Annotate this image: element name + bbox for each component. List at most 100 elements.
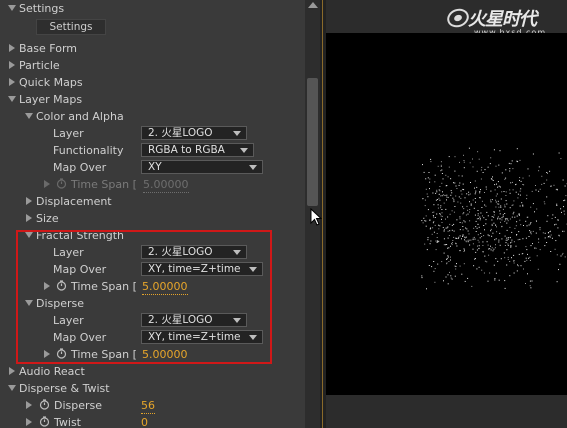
expand-triangle-icon[interactable] — [25, 232, 33, 238]
collapse-triangle-icon[interactable] — [26, 401, 32, 409]
param-label: Layer — [53, 314, 84, 327]
group-layer-maps[interactable]: Layer Maps — [0, 91, 305, 108]
time-span-value[interactable]: 5.00000 — [142, 279, 188, 295]
map-over-dropdown[interactable]: XY, time=Z+time — [141, 262, 263, 276]
expand-triangle-icon[interactable] — [25, 113, 33, 119]
param-layer: Layer 2. 火星LOGO — [0, 312, 305, 329]
collapse-triangle-icon[interactable] — [44, 180, 50, 188]
expand-triangle-icon[interactable] — [8, 385, 16, 391]
subgroup-label: Disperse — [36, 297, 85, 310]
group-particle[interactable]: Particle — [0, 57, 305, 74]
group-label: Quick Maps — [19, 76, 83, 89]
param-time-span: Time Span [ 5.00000 — [0, 346, 305, 363]
subgroup-label: Color and Alpha — [36, 110, 124, 123]
group-label: Particle — [19, 59, 60, 72]
composition-canvas[interactable] — [326, 33, 567, 395]
dropdown-value: 2. 火星LOGO — [148, 127, 213, 139]
map-over-dropdown[interactable]: XY — [141, 160, 263, 174]
subgroup-color-alpha[interactable]: Color and Alpha — [0, 108, 305, 125]
chevron-down-icon — [233, 131, 241, 136]
composition-viewer: 火星时代 www.hxsd.com — [326, 0, 567, 428]
expand-triangle-icon[interactable] — [8, 96, 16, 102]
scroll-up-icon[interactable] — [308, 2, 318, 8]
settings-header[interactable]: Settings — [0, 0, 305, 17]
dropdown-value: 2. 火星LOGO — [148, 246, 213, 258]
subgroup-label: Displacement — [36, 195, 112, 208]
chevron-down-icon — [233, 250, 241, 255]
collapse-triangle-icon[interactable] — [44, 350, 50, 358]
param-disperse: Disperse 56 — [0, 397, 305, 414]
group-quick-maps[interactable]: Quick Maps — [0, 74, 305, 91]
collapse-triangle-icon[interactable] — [9, 44, 15, 52]
dropdown-value: RGBA to RGBA — [148, 144, 225, 156]
stopwatch-icon[interactable] — [56, 280, 67, 291]
group-label: Base Form — [19, 42, 77, 55]
dropdown-value: XY, time=Z+time — [148, 263, 241, 275]
group-label: Layer Maps — [19, 93, 83, 106]
stopwatch-icon[interactable] — [56, 178, 67, 189]
param-label: Twist — [54, 416, 81, 428]
stopwatch-icon[interactable] — [56, 348, 67, 359]
param-functionality: Functionality RGBA to RGBA — [0, 142, 305, 159]
param-label: Map Over — [53, 263, 107, 276]
settings-button[interactable]: Settings — [36, 19, 106, 35]
collapse-triangle-icon[interactable] — [9, 61, 15, 69]
group-disperse-twist[interactable]: Disperse & Twist — [0, 380, 305, 397]
collapse-triangle-icon[interactable] — [44, 282, 50, 290]
param-label: Layer — [53, 246, 84, 259]
group-audio-react[interactable]: Audio React — [0, 363, 305, 380]
layer-dropdown[interactable]: 2. 火星LOGO — [141, 126, 247, 140]
dropdown-value: XY — [148, 161, 162, 173]
subgroup-displacement[interactable]: Displacement — [0, 193, 305, 210]
settings-header-label: Settings — [19, 2, 65, 15]
layer-dropdown[interactable]: 2. 火星LOGO — [141, 313, 247, 327]
collapse-triangle-icon[interactable] — [26, 418, 32, 426]
param-layer: Layer 2. 火星LOGO — [0, 244, 305, 261]
chevron-down-icon — [249, 267, 257, 272]
stopwatch-icon[interactable] — [39, 416, 50, 427]
subgroup-size[interactable]: Size — [0, 210, 305, 227]
chevron-down-icon — [240, 148, 248, 153]
expand-triangle-icon[interactable] — [8, 5, 16, 11]
subgroup-label: Fractal Strength — [36, 229, 125, 242]
param-label: Time Span [ — [71, 178, 137, 191]
logo-swirl-icon — [447, 8, 469, 28]
dropdown-value: XY, time=Z+time — [148, 331, 241, 343]
functionality-dropdown[interactable]: RGBA to RGBA — [141, 143, 254, 157]
collapse-triangle-icon[interactable] — [9, 78, 15, 86]
collapse-triangle-icon[interactable] — [9, 367, 15, 375]
disperse-value[interactable]: 56 — [141, 398, 155, 414]
time-span-value[interactable]: 5.00000 — [143, 177, 189, 193]
param-label: Functionality — [53, 144, 124, 157]
param-label: Time Span [ — [71, 280, 137, 293]
mouse-cursor-icon — [310, 208, 322, 226]
group-label: Audio React — [19, 365, 85, 378]
param-map-over: Map Over XY — [0, 159, 305, 176]
time-span-value[interactable]: 5.00000 — [142, 347, 188, 363]
collapse-triangle-icon[interactable] — [26, 197, 32, 205]
twist-value[interactable]: 0 — [141, 415, 148, 428]
divider-line — [322, 0, 323, 428]
param-time-span: Time Span [ 5.00000 — [0, 176, 305, 193]
group-base-form[interactable]: Base Form — [0, 40, 305, 57]
subgroup-fractal-strength[interactable]: Fractal Strength — [0, 227, 305, 244]
map-over-dropdown[interactable]: XY, time=Z+time — [141, 330, 263, 344]
param-label: Map Over — [53, 161, 107, 174]
param-map-over: Map Over XY, time=Z+time — [0, 261, 305, 278]
subgroup-label: Size — [36, 212, 59, 225]
param-layer: Layer 2. 火星LOGO — [0, 125, 305, 142]
subgroup-disperse[interactable]: Disperse — [0, 295, 305, 312]
param-map-over: Map Over XY, time=Z+time — [0, 329, 305, 346]
chevron-down-icon — [233, 318, 241, 323]
param-twist: Twist 0 — [0, 414, 305, 428]
chevron-down-icon — [249, 165, 257, 170]
scrollbar-thumb[interactable] — [307, 78, 318, 206]
param-label: Time Span [ — [71, 348, 137, 361]
collapse-triangle-icon[interactable] — [26, 214, 32, 222]
chevron-down-icon — [249, 335, 257, 340]
stopwatch-icon[interactable] — [39, 399, 50, 410]
param-label: Map Over — [53, 331, 107, 344]
group-label: Disperse & Twist — [19, 382, 110, 395]
expand-triangle-icon[interactable] — [25, 300, 33, 306]
layer-dropdown[interactable]: 2. 火星LOGO — [141, 245, 247, 259]
